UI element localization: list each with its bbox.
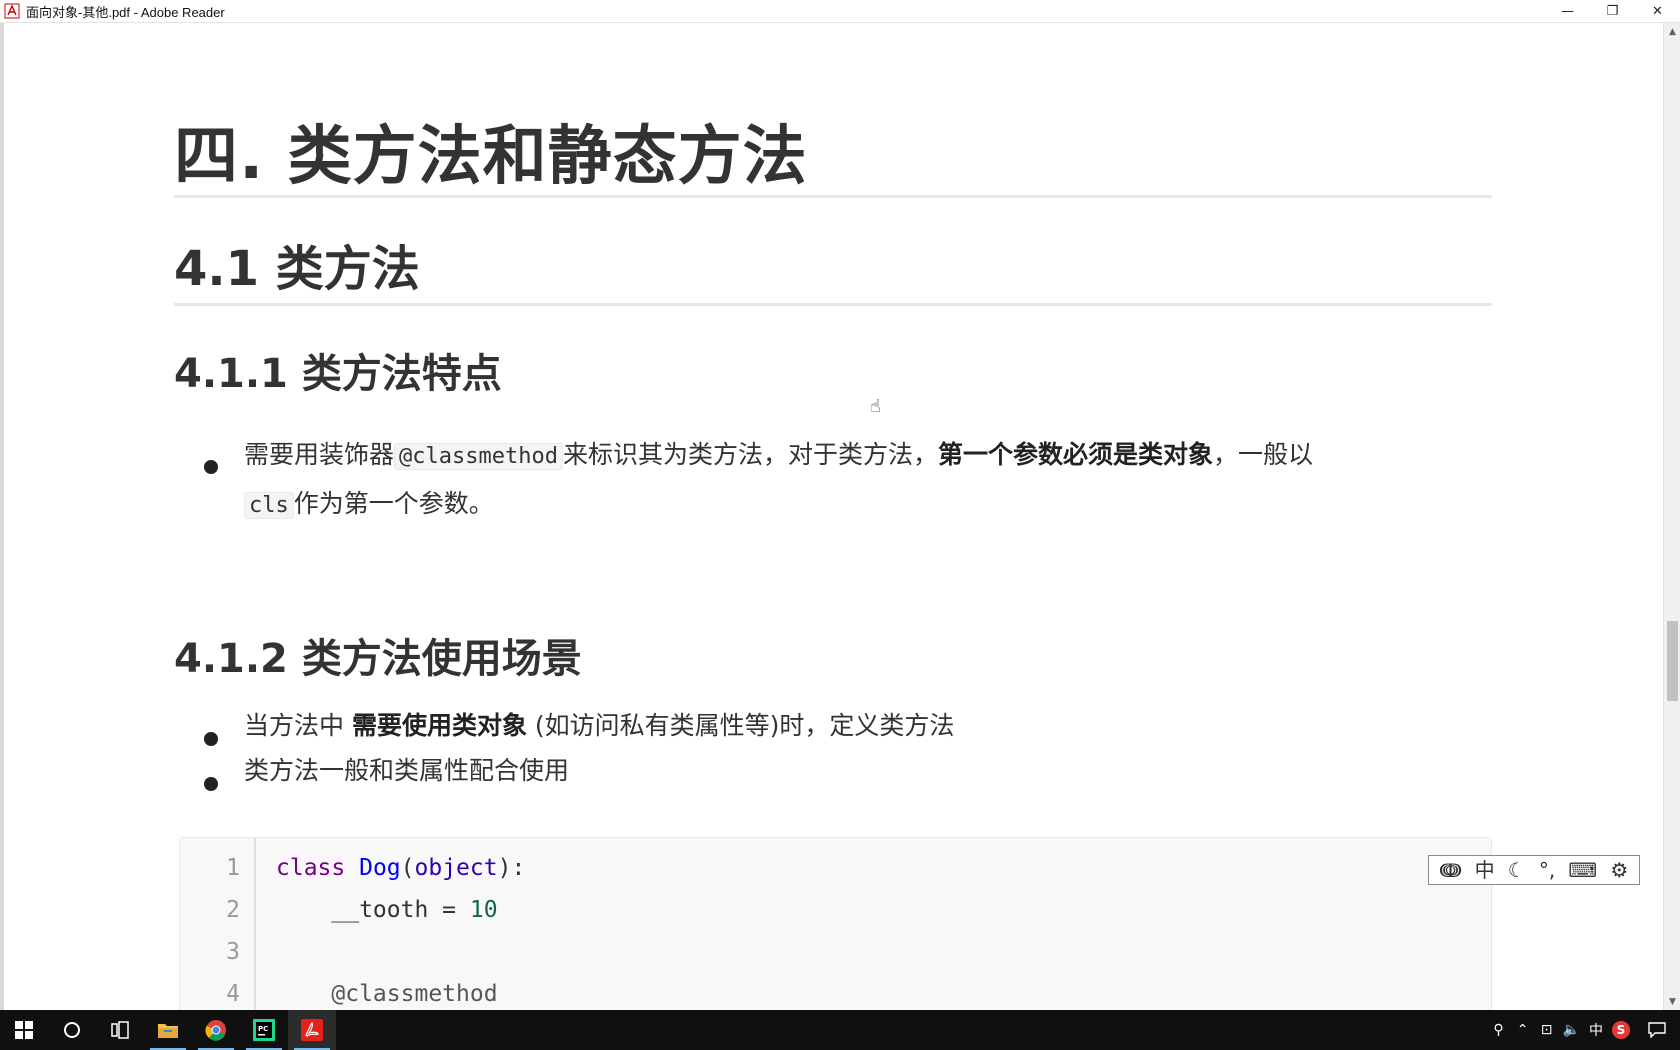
svg-text:PC: PC: [258, 1025, 268, 1033]
usage-item: 当方法中 需要使用类对象 (如访问私有类属性等)时，定义类方法: [244, 709, 954, 743]
heading-2: 4.1 类方法: [174, 241, 420, 297]
bullet-icon: [204, 777, 218, 791]
code-line: class Dog(object):: [276, 855, 525, 881]
pdf-page: 四. 类方法和静态方法 4.1 类方法 4.1.1 类方法特点 需要用装饰器 @c…: [4, 23, 1663, 1010]
heading-divider: [174, 195, 1492, 198]
keyboard-icon[interactable]: ⌨: [1568, 860, 1597, 880]
network-icon[interactable]: ⊡: [1535, 1010, 1559, 1050]
restore-button[interactable]: ❐: [1590, 0, 1635, 23]
start-button[interactable]: [0, 1010, 48, 1050]
folder-icon: [158, 1024, 178, 1038]
line-number: 1: [226, 855, 240, 881]
acrobat-icon: [301, 1019, 323, 1041]
class-name: Dog: [359, 855, 401, 881]
line-number: 3: [226, 939, 240, 965]
bold-text: 需要使用类对象: [351, 711, 527, 740]
search-circle-icon: [64, 1022, 80, 1038]
decorator: @classmethod: [331, 981, 498, 1007]
input-language[interactable]: 中: [1584, 1010, 1608, 1050]
moon-icon[interactable]: ☾: [1508, 860, 1526, 880]
sogou-ime-icon[interactable]: S: [1608, 1010, 1634, 1050]
ime-toolbar[interactable]: ↈ 中 ☾ °, ⌨ ⚙: [1428, 855, 1640, 885]
line-number: 2: [226, 897, 240, 923]
heading-3-usage: 4.1.2 类方法使用场景: [174, 636, 582, 682]
heading-3-features: 4.1.1 类方法特点: [174, 351, 502, 397]
builtin: object: [414, 855, 498, 881]
notification-icon[interactable]: [1634, 1010, 1680, 1050]
bold-text: 第一个参数必须是类对象: [937, 440, 1213, 469]
inline-code: @classmethod: [394, 443, 563, 470]
text: ，一般以: [1213, 440, 1314, 469]
adobe-reader-icon: [4, 3, 20, 19]
document-viewport[interactable]: 四. 类方法和静态方法 4.1 类方法 4.1.1 类方法特点 需要用装饰器 @c…: [0, 23, 1663, 1010]
number: 10: [469, 897, 498, 923]
system-tray: ⚲ ⌃ ⊡ 🔈 中 S: [1487, 1010, 1680, 1050]
text: 需要用装饰器: [244, 440, 395, 469]
feature-paragraph-line-1: 需要用装饰器 @classmethod 来标识其为类方法，对于类方法，第一个参数必须…: [244, 438, 1313, 474]
text: 当方法中: [244, 711, 352, 740]
scroll-down-icon[interactable]: ▼: [1664, 993, 1680, 1010]
windows-icon: [15, 1021, 33, 1039]
chevron-up-icon[interactable]: ⌃: [1511, 1010, 1535, 1050]
volume-icon[interactable]: 🔈: [1559, 1010, 1584, 1050]
file-explorer-button[interactable]: [144, 1010, 192, 1050]
pycharm-icon: PC: [253, 1019, 275, 1041]
minimize-button[interactable]: —: [1545, 0, 1590, 23]
task-view-button[interactable]: [96, 1010, 144, 1050]
window-controls: — ❐ ✕: [1545, 0, 1680, 23]
search-button[interactable]: [48, 1010, 96, 1050]
operator: =: [428, 897, 470, 923]
text: 类方法一般和类属性配合使用: [244, 756, 570, 785]
vertical-scrollbar[interactable]: ▲ ▼: [1663, 23, 1680, 1010]
feature-paragraph-line-2: cls 作为第一个参数。: [244, 487, 494, 523]
code-line: @classmethod: [276, 981, 498, 1007]
code-line: __tooth = 10: [276, 897, 498, 923]
window-title: 面向对象-其他.pdf - Adobe Reader: [26, 4, 225, 20]
keyword: class: [276, 855, 346, 881]
variable: __tooth: [331, 897, 429, 923]
pycharm-button[interactable]: PC: [240, 1010, 288, 1050]
punctuation-icon[interactable]: °,: [1539, 860, 1555, 880]
action-center-icon: [1648, 1022, 1666, 1038]
people-icon[interactable]: ⚲: [1487, 1010, 1511, 1050]
chrome-button[interactable]: [192, 1010, 240, 1050]
usage-item: 类方法一般和类属性配合使用: [244, 754, 569, 788]
close-button[interactable]: ✕: [1635, 0, 1680, 23]
bullet-icon: [204, 732, 218, 746]
ime-chinese-mode[interactable]: 中: [1475, 860, 1495, 880]
title-bar: 面向对象-其他.pdf - Adobe Reader — ❐ ✕: [0, 0, 1680, 23]
sogou-label: S: [1612, 1021, 1630, 1039]
code-block: 1 2 3 4 class Dog(object): __tooth = 10 …: [179, 837, 1492, 1010]
line-number-gutter: 1 2 3 4: [180, 838, 256, 1010]
scroll-up-icon[interactable]: ▲: [1664, 23, 1680, 40]
bullet-icon: [204, 460, 218, 474]
adobe-reader-taskbar-button[interactable]: [288, 1010, 336, 1050]
taskbar: PC ⚲ ⌃ ⊡ 🔈 中 S: [0, 1010, 1680, 1050]
text: (如访问私有类属性等)时，定义类方法: [526, 711, 955, 740]
punct: (: [400, 855, 415, 881]
punct: ):: [497, 855, 526, 881]
line-number: 4: [226, 981, 240, 1007]
text: 来标识其为类方法，对于类方法，: [562, 440, 938, 469]
gear-icon[interactable]: ⚙: [1610, 860, 1628, 880]
ime-logo-icon[interactable]: ↈ: [1440, 860, 1462, 880]
heading-1: 四. 类方法和静态方法: [174, 120, 808, 194]
hand-cursor-icon: ☝: [870, 396, 881, 417]
inline-code: cls: [244, 492, 294, 519]
chrome-icon: [205, 1020, 226, 1041]
task-view-icon: [111, 1021, 129, 1039]
scrollbar-thumb[interactable]: [1667, 621, 1678, 701]
heading-divider: [174, 303, 1492, 306]
text: 作为第一个参数。: [293, 489, 494, 518]
